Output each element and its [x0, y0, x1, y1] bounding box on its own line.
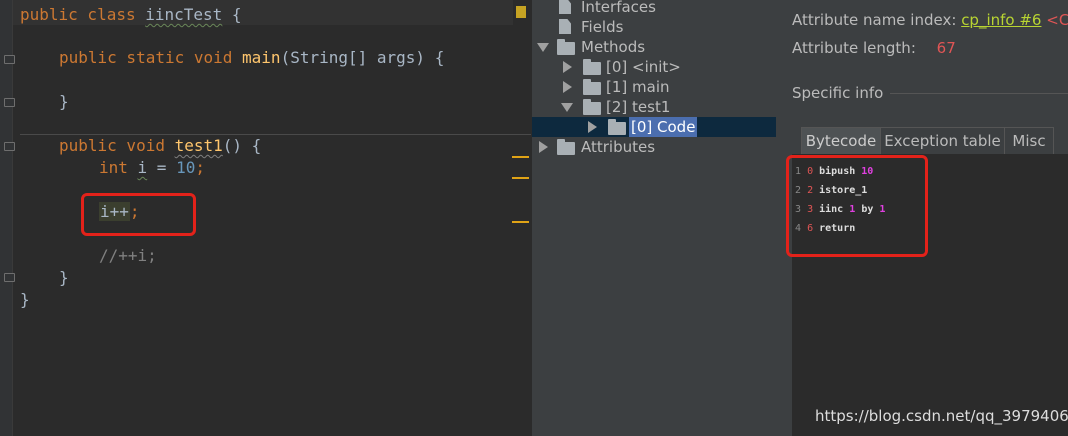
code-line-2: public static void main(String[] args) { [59, 48, 445, 67]
code-line-5: int i = 10; [99, 158, 205, 177]
fold-icon[interactable] [4, 55, 15, 64]
code-line-4: public void test1() { [59, 136, 262, 155]
chevron-right-icon[interactable] [563, 81, 572, 93]
code-line-8: } [59, 268, 69, 287]
chevron-down-icon[interactable] [537, 43, 549, 52]
tree-item-attributes[interactable]: Attributes [532, 137, 777, 157]
tree-item-fields[interactable]: Fields [532, 17, 777, 37]
chevron-down-icon[interactable] [561, 103, 573, 112]
tree-item-test1[interactable]: [2] test1 [532, 97, 777, 117]
divider [890, 93, 1068, 94]
file-icon [559, 19, 571, 34]
tree-item-interfaces[interactable]: Interfaces [532, 0, 777, 17]
code-line-7: //++i; [99, 246, 157, 265]
code-line-3: } [59, 92, 69, 111]
highlight-box [786, 155, 928, 257]
code-line-9: } [20, 290, 30, 309]
folder-icon [557, 139, 575, 155]
tree-item-code[interactable]: [0] Code [532, 117, 777, 137]
folder-icon [583, 79, 601, 95]
fold-icon[interactable] [4, 98, 15, 107]
warning-stripe[interactable] [512, 177, 529, 179]
inspection-status-icon[interactable] [516, 6, 526, 18]
folder-icon [583, 99, 601, 115]
attribute-length-row: Attribute length: 67 [792, 39, 956, 57]
class-structure-tree[interactable]: Interfaces Fields Methods [0] <init> [1]… [531, 0, 777, 436]
tab-bytecode[interactable]: Bytecode [801, 127, 881, 155]
folder-icon [583, 59, 601, 75]
file-icon [559, 0, 571, 14]
watermark: https://blog.csdn.net/qq_39794062 [815, 407, 1068, 425]
editor-gutter [0, 0, 15, 436]
warning-stripe[interactable] [512, 221, 529, 223]
code-line-1: public class iincTest { [20, 5, 242, 24]
fold-icon[interactable] [4, 142, 15, 151]
chevron-right-icon[interactable] [563, 61, 572, 73]
tree-item-init[interactable]: [0] <init> [532, 57, 777, 77]
tab-exception-table[interactable]: Exception table [880, 127, 1005, 155]
highlight-box [81, 193, 196, 236]
warning-stripe[interactable] [512, 156, 529, 158]
tree-item-main[interactable]: [1] main [532, 77, 777, 97]
specific-info-heading: Specific info [792, 84, 884, 102]
chevron-right-icon[interactable] [588, 121, 597, 133]
tree-item-methods[interactable]: Methods [532, 37, 777, 57]
folder-icon [608, 119, 626, 135]
fold-icon[interactable] [4, 273, 15, 282]
tab-misc[interactable]: Misc [1004, 127, 1054, 155]
attribute-name-index-row: Attribute name index: cp_info #6 <Co [792, 11, 1068, 29]
method-separator [20, 134, 531, 135]
chevron-right-icon[interactable] [539, 141, 548, 153]
cp-info-link[interactable]: cp_info #6 [961, 11, 1041, 29]
folder-icon [557, 39, 575, 55]
